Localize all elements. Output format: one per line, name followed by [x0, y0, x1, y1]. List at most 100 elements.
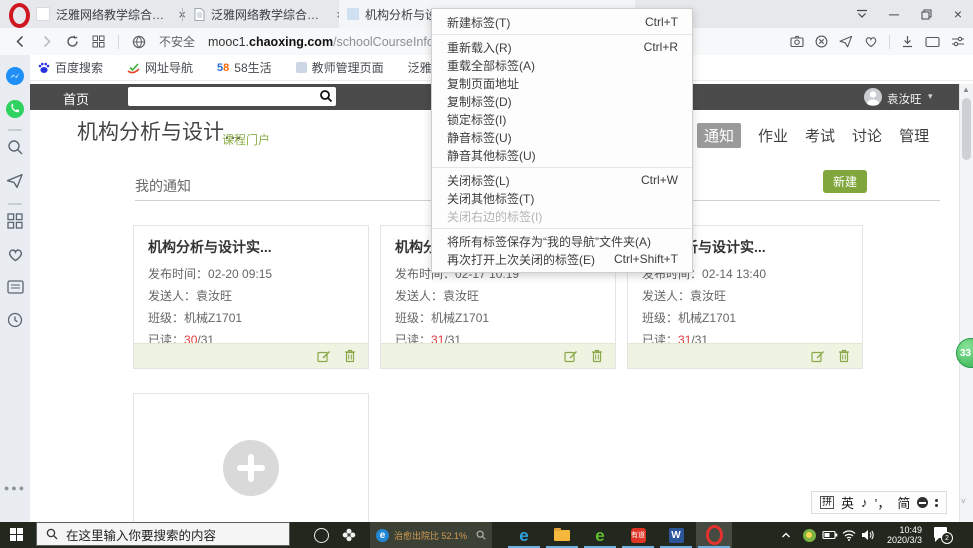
bookmark-heart-icon[interactable] — [864, 35, 878, 48]
taskbar-word-icon[interactable]: W — [658, 522, 694, 548]
history-clock-icon[interactable] — [0, 312, 30, 328]
sidebar-setup-icon[interactable]: ●●● — [0, 483, 30, 493]
user-avatar[interactable] — [864, 88, 882, 106]
edit-icon[interactable] — [811, 349, 825, 363]
ime-collapse-caret-icon[interactable]: ˅ — [961, 497, 966, 506]
plus-icon[interactable] — [223, 440, 279, 496]
start-button[interactable] — [10, 528, 23, 541]
menu-item-close-tab[interactable]: 关闭标签(L)Ctrl+W — [432, 171, 692, 189]
menu-item-duplicate-tab[interactable]: 复制标签(D) — [432, 92, 692, 110]
browser-tab-2[interactable]: 泛雅网络教学综合服务平台 × — [186, 0, 352, 28]
news-search-widget[interactable]: e 治愈出院比 52.1% — [370, 522, 492, 548]
action-center-icon[interactable]: 2 — [934, 527, 951, 542]
restore-button[interactable] — [911, 0, 941, 28]
reload-icon[interactable] — [66, 35, 79, 48]
course-portal-link[interactable]: 课程门户 — [222, 131, 270, 148]
bookmarks-heart-sidebar-icon[interactable] — [0, 247, 30, 262]
tray-battery-icon[interactable] — [820, 522, 840, 548]
nav-home[interactable]: 首页 — [63, 89, 89, 108]
url-text[interactable]: mooc1.chaoxing.com/schoolCourseInfo/g — [208, 35, 444, 49]
search-icon[interactable] — [319, 89, 333, 103]
delete-trash-icon[interactable] — [344, 349, 356, 363]
menu-item-reload[interactable]: 重新载入(R)Ctrl+R — [432, 38, 692, 56]
tab-exam[interactable]: 考试 — [805, 125, 835, 146]
page-scrollbar[interactable]: ▲ — [959, 84, 973, 522]
menu-item-mute-tab[interactable]: 静音标签(U) — [432, 128, 692, 146]
user-name[interactable]: 袁汝旺 — [887, 91, 922, 107]
easy-setup-tune-icon[interactable] — [951, 35, 965, 48]
taskbar-edge-icon[interactable]: e — [506, 522, 542, 548]
add-notice-card[interactable] — [133, 393, 369, 523]
baidu-paw-icon — [38, 62, 50, 74]
browser-tab-1[interactable]: 泛雅网络教学综合服务平台 × — [28, 0, 194, 28]
menu-item-reload-all[interactable]: 重载全部标签(A) — [432, 56, 692, 74]
blocked-content-icon[interactable] — [815, 35, 828, 48]
menu-item-close-other-tabs[interactable]: 关闭其他标签(T) — [432, 189, 692, 207]
bookmark-nav[interactable]: 网址导航 — [127, 59, 193, 76]
tab-homework[interactable]: 作业 — [758, 125, 788, 146]
security-label[interactable]: 不安全 — [159, 33, 195, 50]
menu-item-reopen-closed-tab[interactable]: 再次打开上次关闭的标签(E)Ctrl+Shift+T — [432, 250, 692, 268]
menu-item-copy-page-address[interactable]: 复制页面地址 — [432, 74, 692, 92]
downloads-icon[interactable] — [901, 35, 914, 48]
tray-show-hidden-icon[interactable] — [778, 522, 794, 548]
cortana-icon[interactable] — [314, 528, 329, 543]
scrollbar-up-arrow[interactable]: ▲ — [962, 85, 970, 94]
bookmark-58[interactable]: 58 58生活 — [217, 59, 272, 76]
minimize-button[interactable]: ─ — [879, 0, 909, 28]
tab-discuss[interactable]: 讨论 — [852, 125, 882, 146]
tray-volume-icon[interactable] — [858, 522, 876, 548]
search-tabs-icon[interactable] — [0, 139, 30, 156]
tab-notice[interactable]: 通知 — [697, 123, 741, 148]
ime-simplified-toggle[interactable]: 简 — [897, 493, 910, 512]
site-security-globe-icon[interactable] — [132, 35, 146, 49]
speed-dial-sidebar-icon[interactable] — [0, 213, 30, 229]
user-dropdown-caret-icon[interactable]: ▾ — [928, 91, 933, 102]
tray-360-shield-icon[interactable] — [800, 522, 818, 548]
delete-trash-icon[interactable] — [838, 349, 850, 363]
close-button[interactable]: × — [943, 0, 973, 28]
taskbar-360-browser-icon[interactable]: e — [582, 522, 618, 548]
menu-item-mute-other-tabs[interactable]: 静音其他标签(U) — [432, 146, 692, 164]
edit-icon[interactable] — [317, 349, 331, 363]
sidebar-panel-icon[interactable] — [925, 36, 940, 48]
taskbar-search-box[interactable]: 在这里输入你要搜索的内容 — [36, 522, 290, 546]
delete-trash-icon[interactable] — [591, 349, 603, 363]
taskbar-explorer-icon[interactable] — [544, 522, 580, 548]
scrollbar-thumb[interactable] — [962, 98, 971, 160]
tab-manage[interactable]: 管理 — [899, 125, 929, 146]
edit-icon[interactable] — [564, 349, 578, 363]
bookmark-teacher-admin[interactable]: 教师管理页面 — [296, 59, 384, 76]
my-flow-icon[interactable] — [839, 35, 853, 48]
ime-language-toggle[interactable]: 英 — [841, 493, 854, 512]
my-flow-sidebar-icon[interactable] — [0, 173, 30, 189]
menu-item-pin-tab[interactable]: 锁定标签(I) — [432, 110, 692, 128]
bookmark-baidu[interactable]: 百度搜索 — [38, 59, 103, 76]
ime-punctuation-toggle[interactable]: ’， — [875, 493, 891, 512]
forward-icon[interactable] — [40, 35, 53, 48]
menu-item-save-tabs-folder[interactable]: 将所有标签保存为“我的导航”文件夹(A) — [432, 232, 692, 250]
snapshot-camera-icon[interactable] — [790, 35, 804, 48]
taskbar-youdao-icon[interactable]: 有道 — [620, 522, 656, 548]
site-search-input[interactable] — [132, 88, 314, 106]
course-tabs: 通知 作业 考试 讨论 管理 — [697, 123, 929, 148]
taskbar-clock[interactable]: 10:49 2020/3/3 — [878, 525, 922, 546]
personal-news-icon[interactable] — [0, 280, 30, 294]
opera-logo-icon[interactable] — [9, 3, 30, 28]
ime-sound-icon[interactable]: ♪ — [861, 495, 868, 510]
ime-menu-icon[interactable] — [935, 499, 938, 507]
ime-emoji-icon[interactable] — [917, 497, 928, 508]
pinwheel-icon[interactable] — [340, 526, 358, 544]
tab-menu-icon[interactable] — [847, 0, 877, 28]
back-icon[interactable] — [14, 35, 27, 48]
speed-dial-icon[interactable] — [92, 35, 105, 48]
ime-pinyin-icon[interactable]: 拼 — [820, 496, 834, 509]
site-search-box — [128, 87, 336, 106]
new-notice-button[interactable]: 新建 — [823, 170, 867, 193]
tray-wifi-icon[interactable] — [840, 522, 858, 548]
notice-card-1[interactable]: 机构分析与设计实... 发布时间：02-20 09:15 发送人：袁汝旺 班级：… — [133, 225, 369, 369]
taskbar-opera-icon[interactable] — [696, 522, 732, 548]
whatsapp-icon[interactable] — [0, 99, 30, 119]
messenger-icon[interactable] — [0, 66, 30, 86]
menu-item-new-tab[interactable]: 新建标签(T)Ctrl+T — [432, 13, 692, 31]
